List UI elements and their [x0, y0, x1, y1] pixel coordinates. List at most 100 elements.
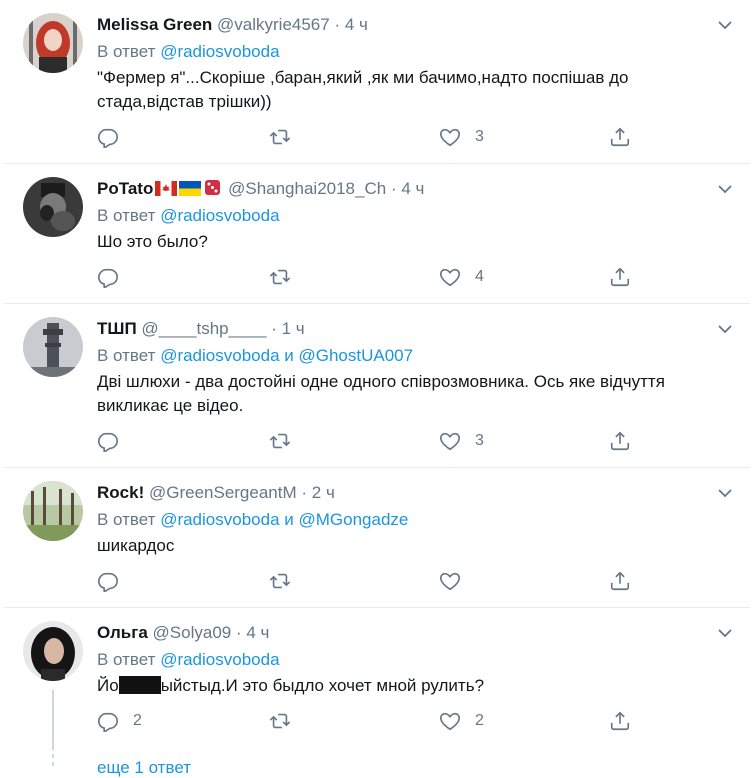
tweet-time[interactable]: 1 ч [282, 319, 305, 338]
redaction-block [118, 676, 161, 694]
chevron-down-icon[interactable] [718, 628, 732, 638]
like-icon [439, 710, 461, 732]
author-handle[interactable]: @____tshp____ [141, 319, 266, 338]
reply-to-link[interactable]: @radiosvoboda [160, 346, 279, 365]
tweet-time[interactable]: 4 ч [401, 179, 424, 198]
tweet[interactable]: PoTato @Shanghai2018_Ch · 4 ч В ответ @r… [4, 164, 750, 304]
reply-button[interactable]: 2 [97, 709, 142, 733]
like-icon [439, 126, 461, 148]
retweet-icon [269, 570, 291, 592]
tweet-time[interactable]: 4 ч [345, 15, 368, 34]
retweet-button[interactable] [269, 569, 305, 593]
like-icon [439, 430, 461, 452]
reply-to-link-2[interactable]: @GhostUA007 [299, 346, 414, 365]
reply-button[interactable] [97, 429, 133, 453]
like-count: 3 [475, 432, 484, 449]
reply-prefix: В ответ [97, 42, 156, 61]
reply-context: В ответ @radiosvoboda [97, 40, 730, 64]
share-icon [609, 126, 631, 148]
tweet-time[interactable]: 4 ч [246, 623, 269, 642]
like-button[interactable]: 2 [439, 709, 484, 733]
reply-to-link[interactable]: @radiosvoboda [160, 650, 279, 669]
tweet-time[interactable]: 2 ч [312, 483, 335, 502]
author-name[interactable]: PoTato [97, 179, 153, 198]
avatar-image [23, 317, 83, 377]
tweet-content: Melissa Green @valkyrie4567 · 4 ч В отве… [97, 14, 730, 114]
tweet-actions: 3 [97, 125, 657, 149]
share-icon [609, 266, 631, 288]
retweet-icon [269, 126, 291, 148]
tweet-content: ТШП @____tshp____ · 1 ч В ответ @radiosv… [97, 318, 730, 418]
tweet-text-end: ыйстыд.И это быдло хочет мной рулить? [160, 676, 485, 695]
reply-button[interactable] [97, 569, 133, 593]
share-button[interactable] [609, 429, 631, 453]
retweet-button[interactable] [269, 429, 305, 453]
share-icon [609, 710, 631, 732]
tweet[interactable]: Ольга @Solya09 · 4 ч В ответ @radiosvobo… [4, 608, 750, 770]
share-button[interactable] [609, 709, 631, 733]
reply-icon [97, 710, 119, 732]
reply-to-link[interactable]: @radiosvoboda [160, 206, 279, 225]
avatar-image [23, 481, 83, 541]
tweet[interactable]: Melissa Green @valkyrie4567 · 4 ч В отве… [4, 0, 750, 164]
like-count: 3 [475, 128, 484, 145]
share-button[interactable] [609, 569, 631, 593]
reply-icon [97, 126, 119, 148]
tweet-header: Rock! @GreenSergeantM · 2 ч [97, 482, 730, 504]
author-handle[interactable]: @Solya09 [153, 623, 232, 642]
share-button[interactable] [609, 265, 631, 289]
reply-count: 2 [133, 712, 142, 729]
show-more-replies-link[interactable]: еще 1 ответ [97, 758, 191, 778]
separator-dot: · [390, 179, 397, 198]
separator-dot: · [334, 15, 341, 34]
tweet[interactable]: Rock! @GreenSergeantM · 2 ч В ответ @rad… [4, 468, 750, 608]
avatar[interactable] [23, 13, 83, 73]
chevron-down-icon[interactable] [718, 184, 732, 194]
like-button[interactable]: 3 [439, 125, 484, 149]
author-handle[interactable]: @GreenSergeantM [149, 483, 297, 502]
like-button[interactable] [439, 569, 475, 593]
like-button[interactable]: 4 [439, 265, 484, 289]
thread-dot [52, 762, 54, 766]
avatar[interactable] [23, 481, 83, 541]
chevron-down-icon[interactable] [718, 324, 732, 334]
author-handle[interactable]: @valkyrie4567 [217, 15, 330, 34]
author-handle[interactable]: @Shanghai2018_Ch [228, 179, 386, 198]
author-name[interactable]: Ольга [97, 623, 148, 642]
like-count: 4 [475, 268, 484, 285]
chevron-down-icon[interactable] [718, 20, 732, 30]
tweet-text: Дві шлюхи - два достойні одне одного спі… [97, 372, 665, 415]
retweet-icon [269, 430, 291, 452]
tweet[interactable]: ТШП @____tshp____ · 1 ч В ответ @radiosv… [4, 304, 750, 468]
author-name[interactable]: ТШП [97, 319, 137, 338]
share-button[interactable] [609, 125, 631, 149]
author-name[interactable]: Melissa Green [97, 15, 212, 34]
tweet-actions: 4 [97, 265, 657, 289]
chevron-down-icon[interactable] [718, 488, 732, 498]
reply-to-link-2[interactable]: @MGongadze [299, 510, 409, 529]
tweet-actions [97, 569, 657, 593]
reply-prefix: В ответ [97, 346, 156, 365]
replies-feed: Melissa Green @valkyrie4567 · 4 ч В отве… [4, 0, 750, 770]
dice-icon [205, 180, 221, 195]
avatar-image [23, 13, 83, 73]
reply-button[interactable] [97, 265, 133, 289]
tweet-text: Йо ыйстыд.И это быдло хочет мной рулить? [97, 674, 730, 698]
tweet-header: PoTato @Shanghai2018_Ch · 4 ч [97, 178, 730, 200]
avatar[interactable] [23, 317, 83, 377]
reply-button[interactable] [97, 125, 133, 149]
retweet-button[interactable] [269, 125, 305, 149]
reply-to-link[interactable]: @radiosvoboda [160, 42, 279, 61]
reply-context: В ответ @radiosvoboda и @GhostUA007 [97, 344, 730, 368]
avatar[interactable] [23, 621, 83, 681]
retweet-button[interactable] [269, 709, 305, 733]
avatar[interactable] [23, 177, 83, 237]
author-name[interactable]: Rock! [97, 483, 144, 502]
like-button[interactable]: 3 [439, 429, 484, 453]
reply-prefix: В ответ [97, 510, 156, 529]
retweet-button[interactable] [269, 265, 305, 289]
tweet-text: "Фермер я"...Скоріше ,баран,який ,як ми … [97, 68, 629, 111]
reply-prefix: В ответ [97, 650, 156, 669]
reply-to-link[interactable]: @radiosvoboda [160, 510, 279, 529]
avatar-image [23, 177, 83, 237]
